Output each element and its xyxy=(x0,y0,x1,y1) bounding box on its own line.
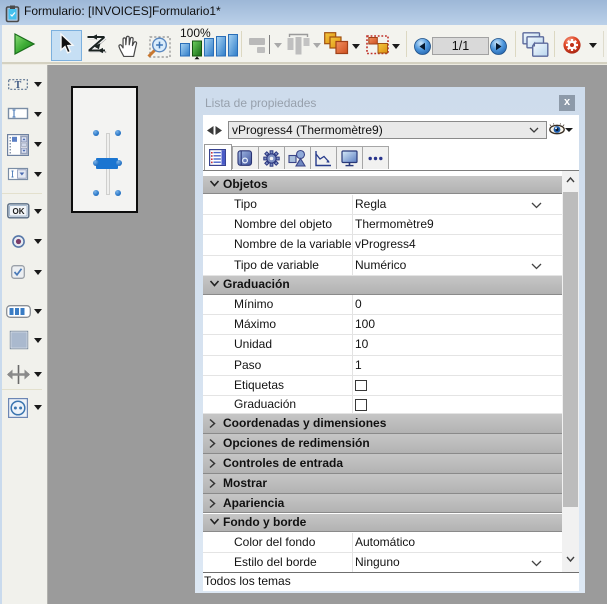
svg-text:OK: OK xyxy=(13,207,25,216)
svg-text:T: T xyxy=(15,80,22,91)
